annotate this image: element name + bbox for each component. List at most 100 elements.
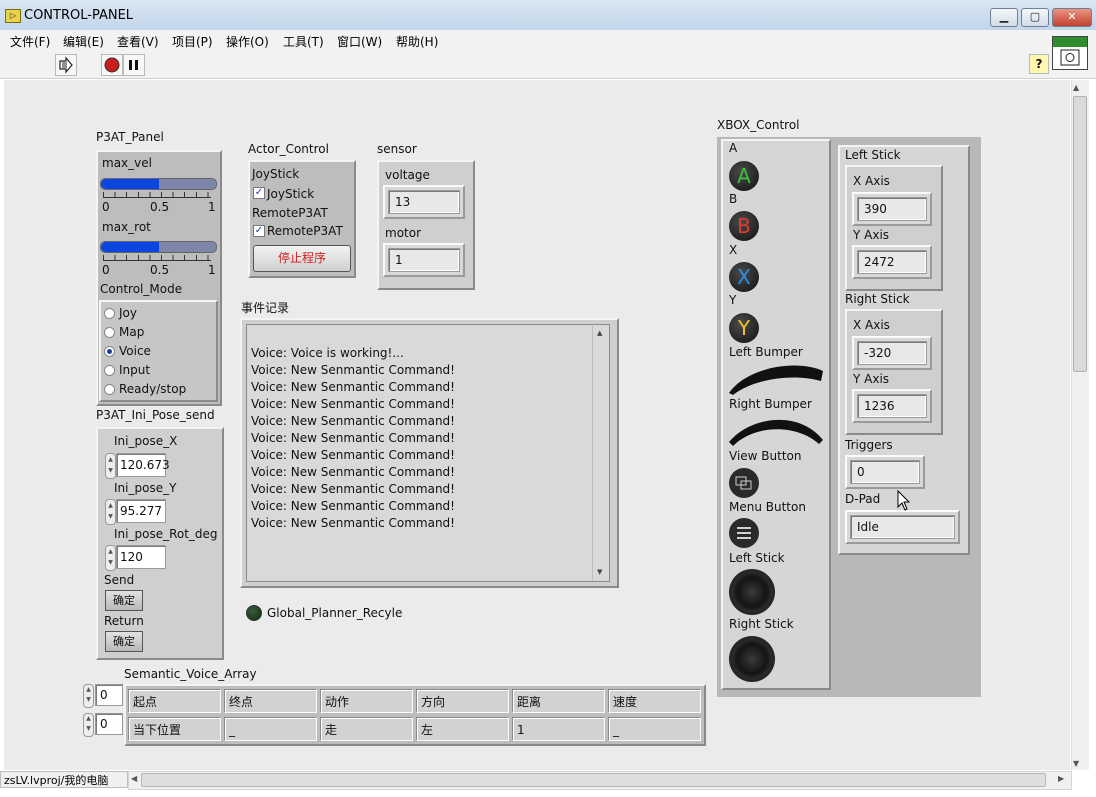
log-line: Voice: New Senmantic Command! (251, 499, 455, 513)
array-cell[interactable]: _ (608, 717, 701, 741)
max-rot-tick-1: 1 (208, 263, 216, 277)
log-line: Voice: New Senmantic Command! (251, 465, 455, 479)
minimize-button[interactable]: ▁ (990, 8, 1018, 27)
close-button[interactable]: ✕ (1052, 8, 1092, 27)
menu-view[interactable]: 查看(V) (117, 33, 159, 50)
max-vel-ticks (103, 192, 211, 198)
log-line: Voice: New Senmantic Command! (251, 516, 455, 530)
ini-pose-x-field[interactable]: 120.673 (116, 453, 170, 477)
view-button-icon (729, 468, 759, 498)
triggers-value: 0 (850, 460, 920, 484)
event-log-scrollbar[interactable] (592, 326, 609, 580)
max-rot-slider-fill (101, 242, 159, 252)
remote-checkbox[interactable]: ✓ (253, 225, 265, 237)
radio-map-label: Map (119, 325, 145, 339)
max-vel-label: max_vel (102, 156, 152, 170)
right-stick-y-value: 1236 (857, 394, 927, 418)
max-vel-tick-0: 0 (102, 200, 110, 214)
scroll-down-icon[interactable]: ▼ (1073, 759, 1079, 768)
help-button[interactable]: ? (1029, 54, 1049, 74)
log-line: Voice: New Senmantic Command! (251, 397, 455, 411)
array-row-index-stepper[interactable]: ▲ ▼ (83, 684, 94, 708)
global-planner-led[interactable] (246, 605, 262, 621)
max-vel-tick-mid: 0.5 (150, 200, 170, 214)
radio-voice-label: Voice (119, 344, 151, 358)
ini-pose-y-stepper[interactable]: ▲ ▼ (105, 499, 116, 525)
remote-checkbox-label: RemoteP3AT (267, 224, 343, 238)
max-vel-slider-fill (101, 179, 159, 189)
array-cell[interactable]: 终点 (224, 689, 317, 713)
radio-joy[interactable] (104, 308, 115, 319)
view-button-label: View Button (729, 449, 802, 463)
send-confirm-button[interactable]: 确定 (105, 590, 143, 611)
xbox-title: XBOX_Control (717, 118, 800, 132)
scroll-right-icon[interactable]: ▶ (1058, 774, 1064, 783)
max-rot-label: max_rot (102, 220, 151, 234)
stop-icon (104, 57, 120, 73)
right-stick-x-label: X Axis (853, 318, 890, 332)
pause-icon (129, 60, 138, 70)
left-stick-group-title: Left Stick (845, 148, 901, 162)
array-cell[interactable]: 速度 (608, 689, 701, 713)
return-confirm-button[interactable]: 确定 (105, 631, 143, 652)
array-col-index[interactable]: 0 (95, 713, 123, 735)
log-line: Voice: New Senmantic Command! (251, 482, 455, 496)
ini-pose-rot-stepper[interactable]: ▲ ▼ (105, 545, 116, 571)
array-cell[interactable]: _ (224, 717, 317, 741)
radio-input[interactable] (104, 365, 115, 376)
array-cell[interactable]: 走 (320, 717, 413, 741)
array-row-index[interactable]: 0 (95, 684, 123, 706)
array-cell[interactable]: 方向 (416, 689, 509, 713)
maximize-button[interactable]: ▢ (1021, 8, 1049, 27)
stop-program-button[interactable]: 停止程序 (253, 245, 351, 272)
right-stick-x-value: -320 (857, 341, 927, 365)
array-col-index-stepper[interactable]: ▲ ▼ (83, 713, 94, 737)
semantic-array-title: Semantic_Voice_Array (124, 667, 257, 681)
xbox-a-button: A (729, 161, 759, 191)
array-cell[interactable]: 当下位置 (128, 717, 221, 741)
ini-pose-rot-label: Ini_pose_Rot_deg (114, 527, 218, 541)
array-cell[interactable]: 距离 (512, 689, 605, 713)
radio-ready-stop[interactable] (104, 384, 115, 395)
event-log-title: 事件记录 (241, 301, 290, 315)
dpad-label: D-Pad (845, 492, 881, 506)
array-cell[interactable]: 起点 (128, 689, 221, 713)
ini-pose-y-field[interactable]: 95.277 (116, 499, 166, 523)
scroll-up-icon[interactable]: ▲ (1073, 83, 1079, 92)
left-stick-x-value: 390 (857, 197, 927, 221)
log-line: Voice: New Senmantic Command! (251, 414, 455, 428)
horizontal-scroll-thumb[interactable] (141, 773, 1046, 787)
menu-window[interactable]: 窗口(W) (337, 33, 382, 50)
menu-operate[interactable]: 操作(O) (226, 33, 269, 50)
max-rot-tick-mid: 0.5 (150, 263, 170, 277)
array-cell[interactable]: 左 (416, 717, 509, 741)
abort-button[interactable] (101, 54, 123, 76)
event-log-scroll-up-icon[interactable]: ▲ (597, 329, 602, 337)
ini-pose-title: P3AT_Ini_Pose_send (96, 408, 215, 422)
ini-pose-rot-field[interactable]: 120 (116, 545, 166, 569)
menu-project[interactable]: 项目(P) (172, 33, 213, 50)
joystick-checkbox[interactable]: ✓ (253, 187, 265, 199)
radio-voice[interactable] (104, 346, 115, 357)
menu-edit[interactable]: 编辑(E) (63, 33, 104, 50)
xbox-x-label: X (729, 243, 738, 257)
joystick-checkbox-label: JoyStick (267, 187, 315, 201)
menu-file[interactable]: 文件(F) (10, 33, 50, 50)
vertical-scroll-thumb[interactable] (1073, 96, 1087, 372)
mouse-cursor-icon (897, 490, 911, 511)
status-bar-project: zsLV.lvproj/我的电脑 (0, 771, 128, 788)
radio-map[interactable] (104, 327, 115, 338)
array-cell[interactable]: 1 (512, 717, 605, 741)
run-arrow-button[interactable] (55, 54, 77, 76)
scroll-left-icon[interactable]: ◀ (131, 774, 137, 783)
event-log-scroll-down-icon[interactable]: ▼ (597, 568, 602, 576)
right-stick-label: Right Stick (729, 617, 794, 631)
menu-help[interactable]: 帮助(H) (396, 33, 438, 50)
pause-button[interactable] (123, 54, 145, 76)
remote-label: RemoteP3AT (252, 206, 328, 220)
max-vel-tick-1: 1 (208, 200, 216, 214)
array-cell[interactable]: 动作 (320, 689, 413, 713)
menu-tools[interactable]: 工具(T) (283, 33, 324, 50)
ini-pose-x-stepper[interactable]: ▲ ▼ (105, 453, 116, 479)
app-icon: ▷ (5, 9, 21, 23)
